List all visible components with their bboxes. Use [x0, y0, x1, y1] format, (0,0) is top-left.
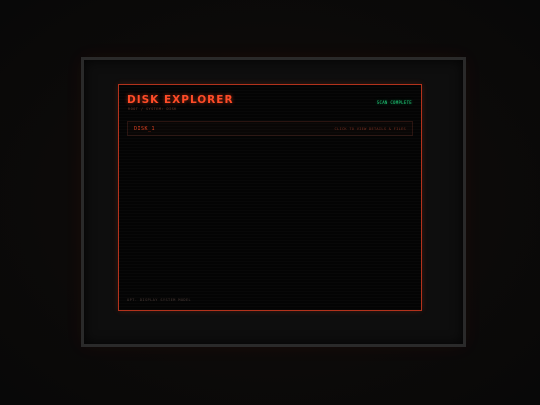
crt-screen: DISK EXPLORER ROOT / SYSTEM: DISK SCAN C…	[118, 84, 422, 311]
scan-status: SCAN COMPLETE	[376, 100, 412, 105]
scanline-overlay	[119, 85, 421, 310]
app-title: DISK EXPLORER	[127, 94, 234, 106]
desktop-background: DISK EXPLORER ROOT / SYSTEM: DISK SCAN C…	[0, 0, 540, 405]
root-path: ROOT / SYSTEM: DISK	[128, 107, 177, 111]
disk-list-item[interactable]: DISK_1 CLICK TO VIEW DETAILS & FILES	[127, 121, 413, 136]
disk-hint: CLICK TO VIEW DETAILS & FILES	[334, 127, 406, 131]
footer-text: OPT. DISPLAY SYSTEM MODEL	[127, 298, 192, 302]
disk-label: DISK_1	[134, 126, 156, 132]
